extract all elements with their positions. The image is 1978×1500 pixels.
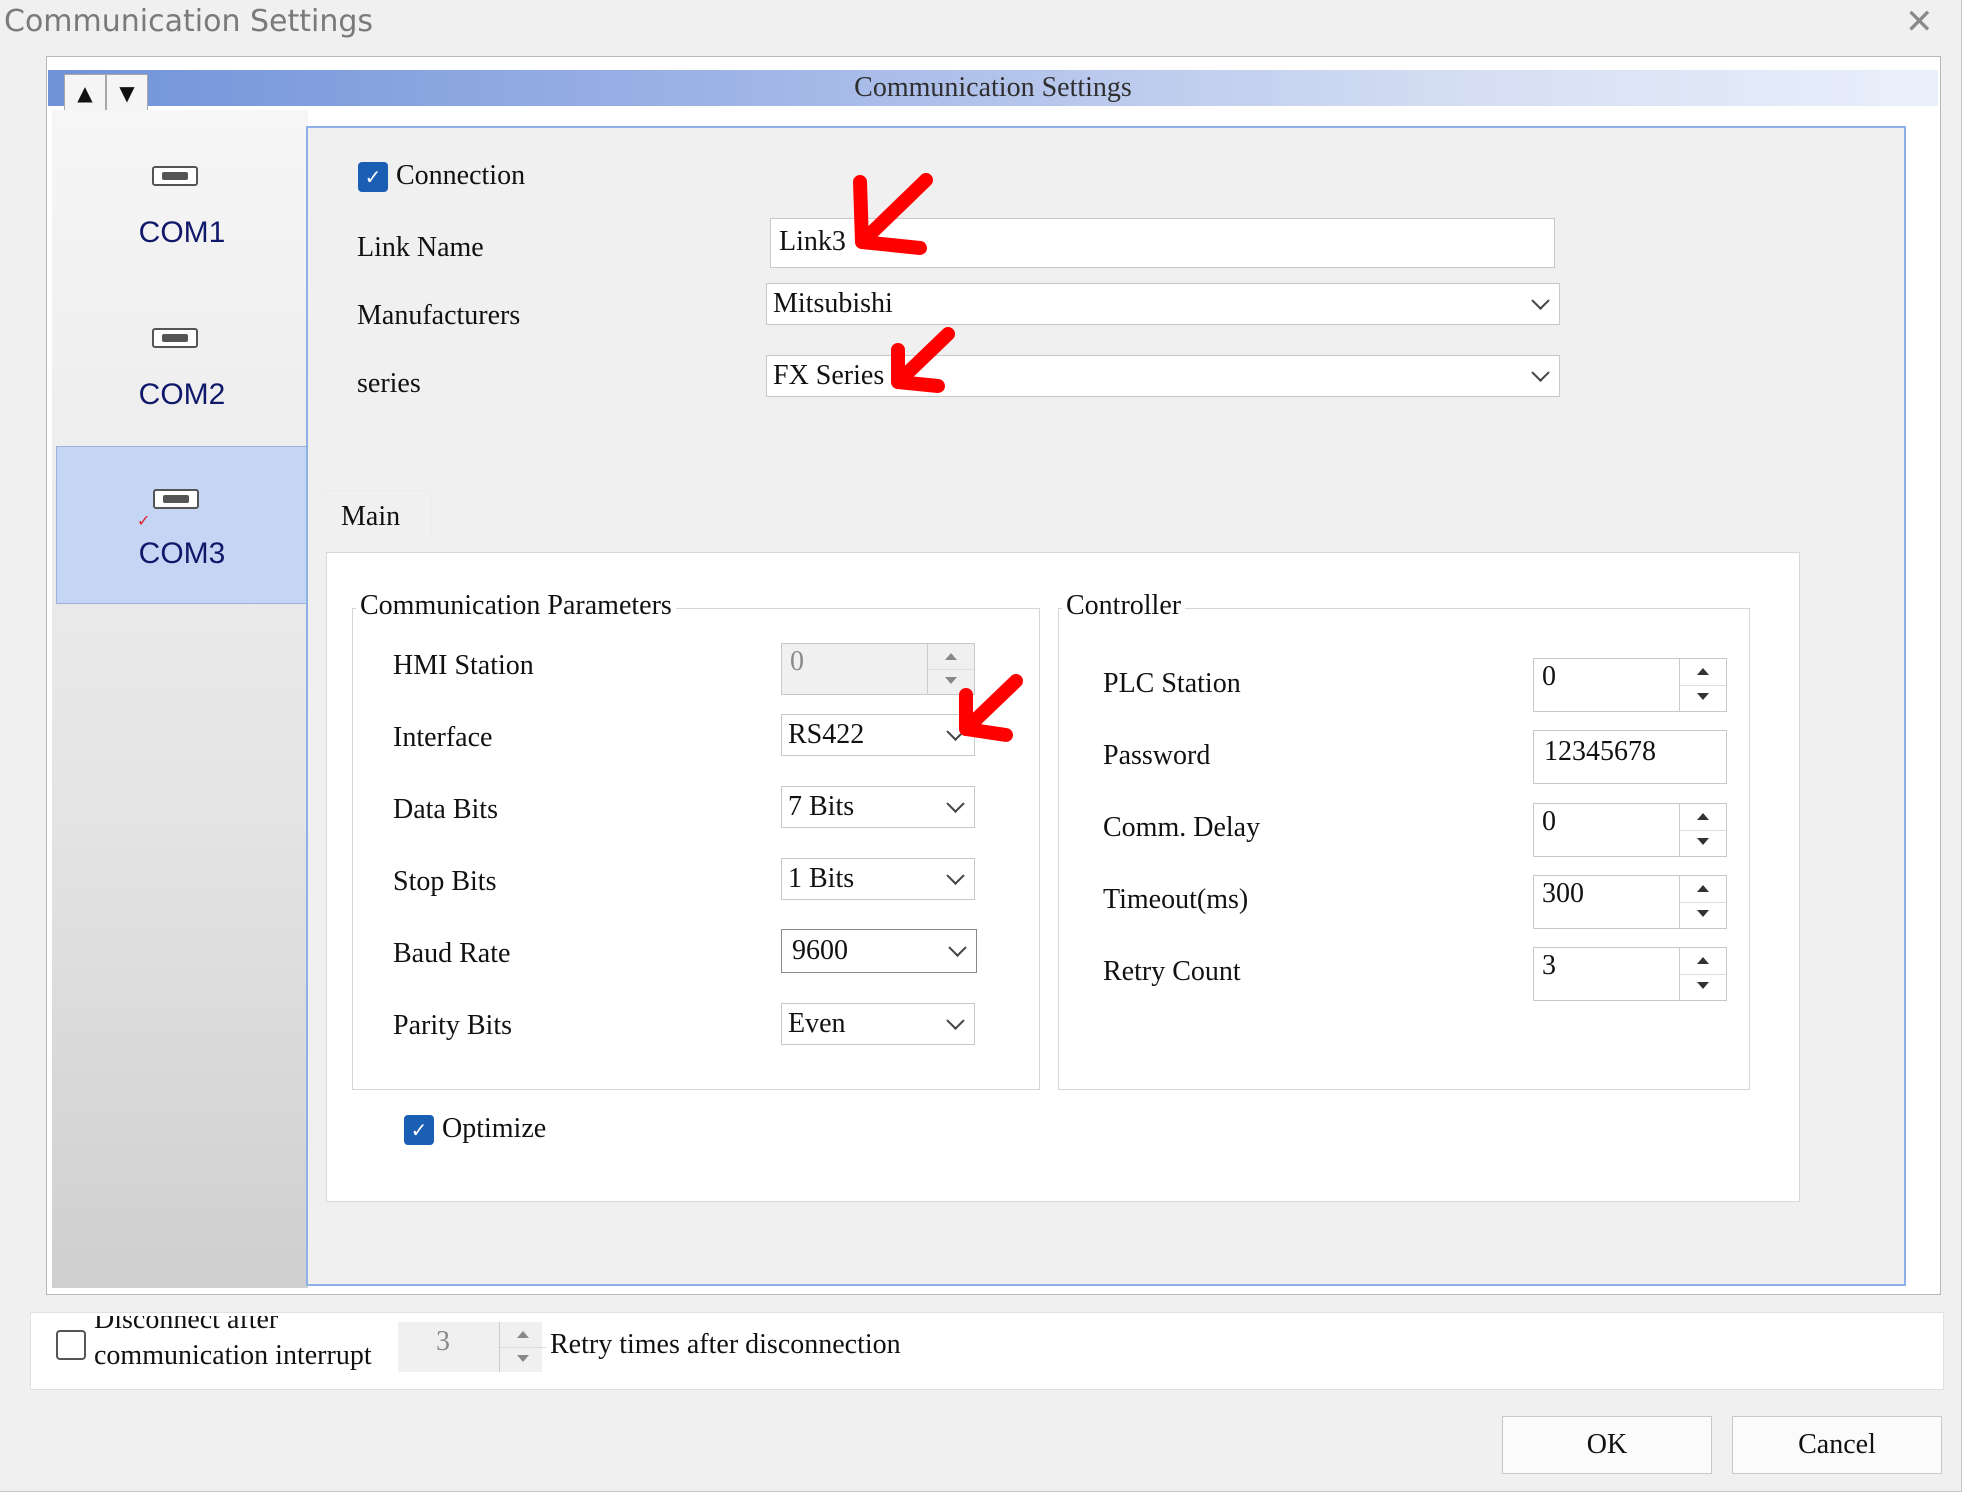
link-name-label: Link Name [357,232,484,263]
sidebar-item-label: COM2 [138,378,226,411]
chevron-down-icon [946,1011,965,1030]
ok-button[interactable]: OK [1502,1416,1712,1474]
manufacturers-label: Manufacturers [357,300,521,331]
serial-port-icon [152,166,198,186]
sidebar-item-com1[interactable]: COM1 [56,144,308,304]
data-bits-value: 7 Bits [788,791,855,822]
spinner-buttons [1679,948,1726,1000]
serial-port-icon [152,328,198,348]
spin-down-icon[interactable] [1680,685,1726,711]
chevron-down-icon [1531,291,1550,310]
spin-up-icon[interactable] [500,1322,546,1348]
chevron-down-icon [946,866,965,885]
hmi-station-value: 0 [790,646,804,677]
controller-title: Controller [1062,590,1186,622]
spin-up-icon[interactable] [1680,659,1726,686]
disconnect-checkbox[interactable] [56,1330,86,1360]
disconnect-label: Disconnect after communication interrupt [94,1316,394,1372]
spinner-buttons [1679,659,1726,711]
disconnect-label-line2: communication interrupt [94,1340,372,1371]
close-icon[interactable]: ✕ [1905,2,1934,42]
password-input[interactable]: 12345678 [1533,730,1727,784]
retry-count-value: 3 [1542,950,1556,981]
comm-delay-stepper[interactable]: 0 [1533,803,1727,857]
parity-bits-select[interactable]: Even [781,1003,975,1045]
timeout-label: Timeout(ms) [1103,884,1249,915]
interface-label: Interface [393,722,493,753]
baud-rate-label: Baud Rate [393,938,511,969]
retry-count-label: Retry Count [1103,956,1241,987]
chevron-down-icon [1531,363,1550,382]
optimize-label: Optimize [442,1113,547,1144]
stop-bits-label: Stop Bits [393,866,497,897]
spinner-buttons [499,1322,546,1372]
spin-down-icon[interactable] [1680,902,1726,928]
stop-bits-value: 1 Bits [788,863,855,894]
annotation-arrow-icon [891,327,955,393]
annotation-arrow-icon [959,674,1023,742]
plc-station-label: PLC Station [1103,668,1241,699]
tab-main[interactable]: Main [322,490,432,542]
sidebar-item-label: COM3 [138,537,226,570]
retry-times-stepper[interactable]: 3 [398,1322,546,1372]
data-bits-label: Data Bits [393,794,498,825]
window-title: Communication Settings [4,4,374,39]
header-title: Communication Settings [854,72,1132,103]
series-label: series [357,368,421,399]
retry-count-stepper[interactable]: 3 [1533,947,1727,1001]
comm-delay-value: 0 [1542,806,1556,837]
plc-station-stepper[interactable]: 0 [1533,658,1727,712]
data-bits-select[interactable]: 7 Bits [781,786,975,828]
plc-station-value: 0 [1542,661,1556,692]
sidebar-item-com2[interactable]: COM2 [56,306,308,466]
password-label: Password [1103,740,1211,771]
spin-up-icon[interactable] [1680,948,1726,975]
spin-down-icon[interactable] [1680,830,1726,856]
comm-delay-label: Comm. Delay [1103,812,1261,843]
manufacturers-value: Mitsubishi [773,288,893,319]
check-icon: ✓ [137,511,151,530]
manufacturers-select[interactable]: Mitsubishi [766,283,1560,325]
disconnect-label-line1: Disconnect after [94,1316,279,1335]
optimize-checkbox[interactable]: ✓ [404,1115,434,1145]
cancel-button[interactable]: Cancel [1732,1416,1942,1474]
chevron-down-icon [948,938,967,957]
spin-up-icon[interactable] [1680,804,1726,831]
chevron-down-icon [946,794,965,813]
annotation-arrow-icon [853,173,933,255]
spin-down-icon[interactable] [1680,974,1726,1000]
sidebar-item-label: COM1 [138,216,226,249]
serial-port-icon [153,489,199,509]
hmi-station-label: HMI Station [393,650,534,681]
baud-rate-select[interactable]: 9600 [781,929,977,973]
timeout-stepper[interactable]: 300 [1533,875,1727,929]
stop-bits-select[interactable]: 1 Bits [781,858,975,900]
move-up-button[interactable]: ▲ [64,74,106,112]
retry-times-value: 3 [436,1326,450,1357]
spin-down-icon[interactable] [500,1347,546,1372]
series-value: FX Series [773,360,885,391]
comm-params-title: Communication Parameters [356,590,676,622]
spinner-buttons [1679,876,1726,928]
retry-times-label: Retry times after disconnection [550,1329,901,1360]
connection-label: Connection [396,160,526,191]
interface-value: RS422 [788,719,865,750]
spin-up-icon[interactable] [1680,876,1726,903]
parity-bits-value: Even [788,1008,846,1039]
timeout-value: 300 [1542,878,1584,909]
parity-bits-label: Parity Bits [393,1010,513,1041]
move-down-button[interactable]: ▼ [106,74,148,112]
baud-rate-value: 9600 [792,935,848,966]
connection-checkbox[interactable]: ✓ [358,162,388,192]
sidebar-item-com3[interactable]: ✓ COM3 [56,446,308,604]
spinner-buttons [1679,804,1726,856]
